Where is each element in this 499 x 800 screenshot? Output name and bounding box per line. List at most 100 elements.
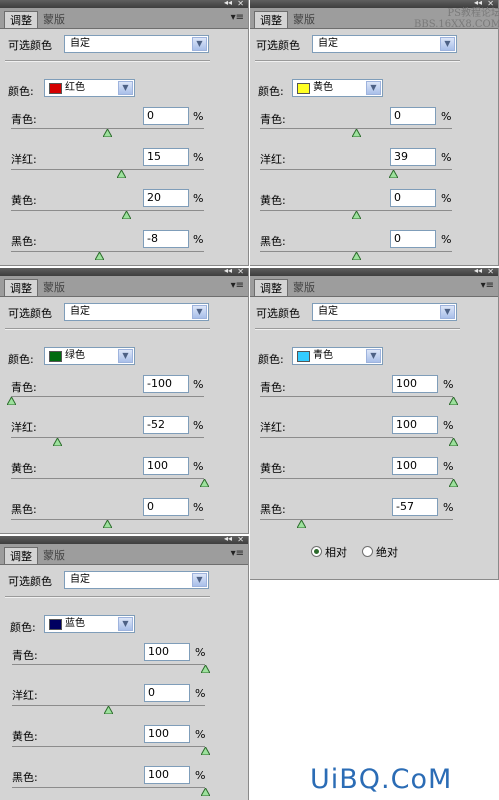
tab-mask[interactable]: 蒙版: [38, 547, 70, 564]
chevron-down-icon[interactable]: ▼: [440, 37, 455, 51]
cyan-slider-thumb[interactable]: [6, 397, 16, 405]
chevron-down-icon[interactable]: ▼: [192, 573, 207, 587]
black-slider-track[interactable]: [11, 251, 204, 252]
black-slider-thumb[interactable]: [296, 520, 306, 528]
cyan-input[interactable]: -100: [143, 375, 189, 393]
collapse-icon[interactable]: ◂◂: [474, 268, 482, 276]
cyan-slider-thumb[interactable]: [200, 665, 210, 673]
color-select[interactable]: 黄色 ▼: [292, 79, 383, 97]
tab-adjust[interactable]: 调整: [4, 547, 38, 564]
collapse-icon[interactable]: ◂◂: [224, 536, 232, 544]
yellow-slider-track[interactable]: [260, 478, 453, 479]
panel-menu-icon[interactable]: ▾≡: [481, 280, 494, 291]
cyan-slider-thumb[interactable]: [103, 129, 112, 137]
panel-menu-icon[interactable]: ▾≡: [231, 12, 244, 23]
cyan-input[interactable]: 0: [390, 107, 436, 125]
magenta-input[interactable]: 100: [392, 416, 438, 434]
magenta-slider-track[interactable]: [260, 437, 453, 438]
color-select[interactable]: 青色 ▼: [292, 347, 383, 365]
yellow-slider-track[interactable]: [11, 210, 204, 211]
panel-menu-icon[interactable]: ▾≡: [231, 548, 244, 559]
preset-dropdown[interactable]: 自定 ▼: [312, 303, 457, 321]
yellow-slider-track[interactable]: [12, 746, 205, 747]
tab-mask[interactable]: 蒙版: [38, 279, 70, 296]
cyan-slider-track[interactable]: [11, 396, 204, 397]
preset-dropdown[interactable]: 自定 ▼: [312, 35, 457, 53]
yellow-slider-thumb[interactable]: [200, 747, 210, 755]
black-slider-thumb[interactable]: [95, 252, 105, 260]
cyan-input[interactable]: 100: [144, 643, 190, 661]
chevron-down-icon[interactable]: ▼: [118, 617, 133, 631]
black-slider-track[interactable]: [260, 519, 453, 520]
cyan-slider-track[interactable]: [12, 664, 205, 665]
method-relative-radio[interactable]: [311, 546, 322, 557]
black-slider-thumb[interactable]: [200, 788, 210, 796]
panel-titlebar[interactable]: ◂◂ ✕: [0, 0, 248, 8]
black-input[interactable]: 0: [390, 230, 436, 248]
preset-dropdown[interactable]: 自定 ▼: [64, 35, 209, 53]
tab-adjust[interactable]: 调整: [4, 279, 38, 296]
collapse-icon[interactable]: ◂◂: [474, 0, 482, 8]
magenta-slider-track[interactable]: [260, 169, 452, 170]
yellow-input[interactable]: 100: [144, 725, 190, 743]
black-slider-track[interactable]: [12, 787, 205, 788]
tab-mask[interactable]: 蒙版: [288, 279, 320, 296]
panel-titlebar[interactable]: ◂◂ ✕: [250, 268, 498, 276]
chevron-down-icon[interactable]: ▼: [118, 81, 133, 95]
magenta-slider-thumb[interactable]: [388, 170, 398, 178]
chevron-down-icon[interactable]: ▼: [192, 37, 207, 51]
yellow-input[interactable]: 0: [390, 189, 436, 207]
tab-adjust[interactable]: 调整: [4, 11, 38, 28]
color-select[interactable]: 红色 ▼: [44, 79, 135, 97]
yellow-input[interactable]: 100: [392, 457, 438, 475]
tab-mask[interactable]: 蒙版: [288, 11, 320, 28]
cyan-input[interactable]: 0: [143, 107, 189, 125]
magenta-slider-thumb[interactable]: [117, 170, 127, 178]
black-slider-thumb[interactable]: [351, 252, 361, 260]
tab-adjust[interactable]: 调整: [254, 279, 288, 296]
yellow-slider-track[interactable]: [11, 478, 204, 479]
magenta-slider-thumb[interactable]: [52, 438, 62, 446]
yellow-slider-thumb[interactable]: [351, 211, 361, 219]
yellow-input[interactable]: 100: [143, 457, 189, 475]
magenta-input[interactable]: 15: [143, 148, 189, 166]
cyan-slider-track[interactable]: [260, 396, 453, 397]
yellow-input[interactable]: 20: [143, 189, 189, 207]
color-select[interactable]: 蓝色 ▼: [44, 615, 135, 633]
panel-menu-icon[interactable]: ▾≡: [231, 280, 244, 291]
magenta-input[interactable]: 39: [390, 148, 436, 166]
yellow-slider-thumb[interactable]: [122, 211, 132, 219]
cyan-slider-thumb[interactable]: [448, 397, 458, 405]
method-absolute-radio[interactable]: [362, 546, 373, 557]
magenta-slider-track[interactable]: [11, 437, 204, 438]
panel-titlebar[interactable]: ◂◂ ✕: [250, 0, 498, 8]
collapse-icon[interactable]: ◂◂: [224, 268, 232, 276]
chevron-down-icon[interactable]: ▼: [118, 349, 133, 363]
panel-titlebar[interactable]: ◂◂ ✕: [0, 268, 248, 276]
chevron-down-icon[interactable]: ▼: [440, 305, 455, 319]
black-input[interactable]: 100: [144, 766, 190, 784]
black-input[interactable]: -57: [392, 498, 438, 516]
tab-mask[interactable]: 蒙版: [38, 11, 70, 28]
yellow-slider-thumb[interactable]: [199, 479, 209, 487]
cyan-slider-thumb[interactable]: [351, 129, 361, 137]
magenta-slider-thumb[interactable]: [104, 706, 113, 714]
preset-dropdown[interactable]: 自定 ▼: [64, 571, 209, 589]
magenta-slider-track[interactable]: [11, 169, 204, 170]
color-select[interactable]: 绿色 ▼: [44, 347, 135, 365]
black-input[interactable]: 0: [143, 498, 189, 516]
magenta-slider-thumb[interactable]: [448, 438, 458, 446]
cyan-input[interactable]: 100: [392, 375, 438, 393]
panel-titlebar[interactable]: ◂◂ ✕: [0, 536, 248, 544]
magenta-input[interactable]: -52: [143, 416, 189, 434]
magenta-input[interactable]: 0: [144, 684, 190, 702]
chevron-down-icon[interactable]: ▼: [366, 81, 381, 95]
black-slider-thumb[interactable]: [103, 520, 112, 528]
collapse-icon[interactable]: ◂◂: [224, 0, 232, 8]
black-input[interactable]: -8: [143, 230, 189, 248]
tab-adjust[interactable]: 调整: [254, 11, 288, 28]
chevron-down-icon[interactable]: ▼: [192, 305, 207, 319]
chevron-down-icon[interactable]: ▼: [366, 349, 381, 363]
preset-dropdown[interactable]: 自定 ▼: [64, 303, 209, 321]
yellow-slider-thumb[interactable]: [448, 479, 458, 487]
